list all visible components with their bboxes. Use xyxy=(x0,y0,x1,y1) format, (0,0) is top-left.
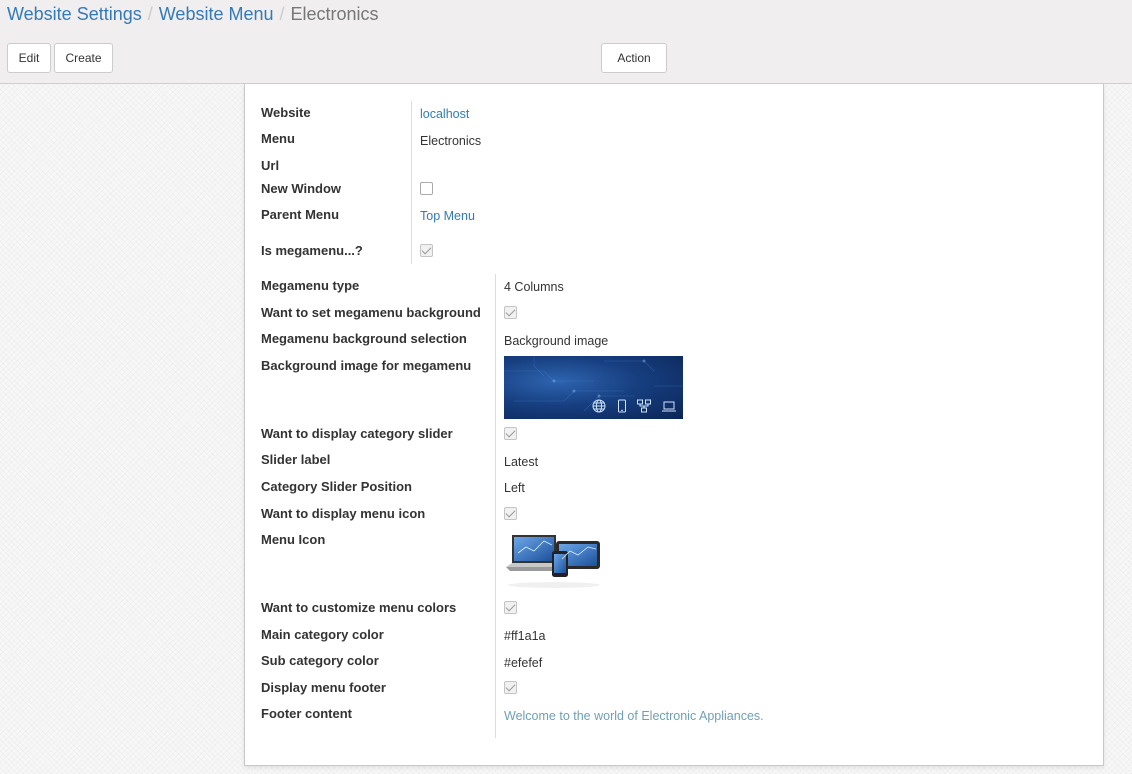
slider-label-value: Latest xyxy=(504,455,539,469)
breadcrumb-separator: / xyxy=(279,4,285,24)
is-megamenu-checkbox[interactable] xyxy=(420,244,433,257)
parent-menu-label: Parent Menu xyxy=(261,207,340,222)
slider-label-label: Slider label xyxy=(261,452,331,467)
laptop-icon xyxy=(661,398,677,414)
sub-category-color-value: #efefef xyxy=(504,656,543,670)
is-megamenu-label: Is megamenu...? xyxy=(261,243,363,258)
action-button-label: Action xyxy=(617,51,651,65)
sub-category-color-label: Sub category color xyxy=(261,653,379,668)
menu-icon-label: Menu Icon xyxy=(261,532,326,547)
category-slider-position-label: Category Slider Position xyxy=(261,479,412,494)
create-button[interactable]: Create xyxy=(54,43,113,73)
menu-value: Electronics xyxy=(420,134,482,148)
menu-label: Menu xyxy=(261,131,295,146)
new-window-label: New Window xyxy=(261,181,342,196)
url-label: Url xyxy=(261,158,280,173)
megamenu-type-value: 4 Columns xyxy=(504,280,564,294)
megamenu-bg-selection-value: Background image xyxy=(504,334,609,348)
display-menu-icon-label: Want to display menu icon xyxy=(261,506,426,521)
mobile-phone-icon xyxy=(614,398,630,414)
category-slider-position-value: Left xyxy=(504,481,525,495)
display-category-slider-label: Want to display category slider xyxy=(261,426,453,441)
network-icon xyxy=(636,398,652,414)
website-label: Website xyxy=(261,105,311,120)
breadcrumb-website-menu[interactable]: Website Menu xyxy=(159,4,274,24)
main-category-color-value: #ff1a1a xyxy=(504,629,546,643)
display-menu-footer-label: Display menu footer xyxy=(261,680,386,695)
customize-menu-colors-checkbox[interactable] xyxy=(504,601,517,614)
footer-content-value: Welcome to the world of Electronic Appli… xyxy=(504,709,764,723)
new-window-checkbox[interactable] xyxy=(420,182,433,195)
set-megamenu-bg-checkbox[interactable] xyxy=(504,306,517,319)
megamenu-background-image xyxy=(504,356,683,419)
breadcrumb-current: Electronics xyxy=(290,4,379,24)
megamenu-type-label: Megamenu type xyxy=(261,278,360,293)
customize-menu-colors-label: Want to customize menu colors xyxy=(261,600,457,615)
display-menu-icon-checkbox[interactable] xyxy=(504,507,517,520)
bg-image-label: Background image for megamenu xyxy=(261,358,472,373)
display-category-slider-checkbox[interactable] xyxy=(504,427,517,440)
field-divider xyxy=(411,101,412,239)
website-value-link[interactable]: localhost xyxy=(420,107,469,121)
breadcrumb-separator: / xyxy=(147,4,153,24)
megamenu-bg-selection-label: Megamenu background selection xyxy=(261,331,467,346)
main-category-color-label: Main category color xyxy=(261,627,384,642)
globe-icon xyxy=(591,398,607,414)
parent-menu-link[interactable]: Top Menu xyxy=(420,209,475,223)
breadcrumb-website-settings[interactable]: Website Settings xyxy=(7,4,142,24)
field-divider xyxy=(411,239,412,264)
form-sheet: Website localhost Menu Electronics Url N… xyxy=(244,84,1104,766)
action-dropdown-button[interactable]: Action xyxy=(601,43,667,89)
devices-image xyxy=(504,529,604,591)
control-panel: Website Settings / Website Menu / Electronic… xyxy=(0,0,1132,89)
footer-content-label: Footer content xyxy=(261,706,352,721)
edit-button[interactable]: Edit xyxy=(7,43,51,73)
field-divider xyxy=(495,274,496,738)
breadcrumb: Website Settings / Website Menu / Electronic… xyxy=(7,4,379,25)
set-megamenu-bg-label: Want to set megamenu background xyxy=(261,305,481,320)
display-menu-footer-checkbox[interactable] xyxy=(504,681,517,694)
